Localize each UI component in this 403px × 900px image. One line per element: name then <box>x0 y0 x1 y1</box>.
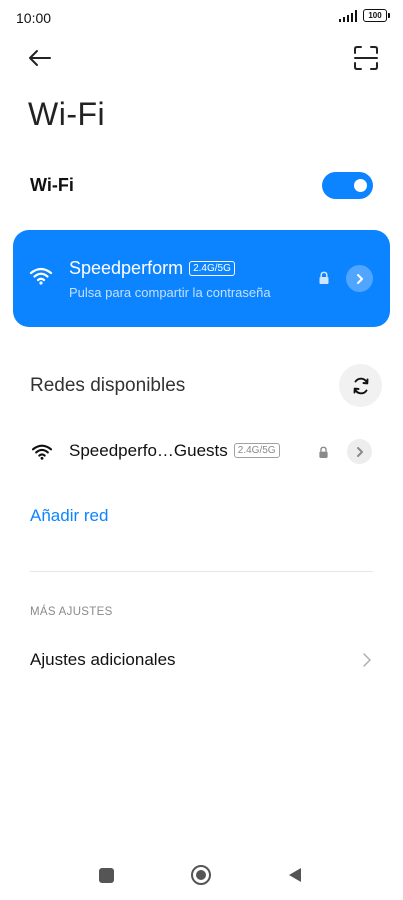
status-time: 10:00 <box>16 10 52 26</box>
divider <box>30 571 373 572</box>
network-name: Speedperfo…Guests 2.4G/5G <box>69 441 280 461</box>
home-button[interactable] <box>190 864 212 886</box>
network-name-text: Speedperfo…Guests <box>69 441 228 460</box>
lock-icon <box>318 446 329 464</box>
wifi-toggle-label: Wi-Fi <box>30 175 74 195</box>
wifi-toggle[interactable] <box>322 172 373 199</box>
connected-network-name: Speedperform 2.4G/5G <box>69 258 235 279</box>
chevron-right-icon <box>356 446 363 457</box>
additional-settings-label: Ajustes adicionales <box>30 650 176 669</box>
network-details-button[interactable] <box>346 265 373 292</box>
status-icons: 100 <box>338 9 390 22</box>
toggle-knob <box>354 179 367 192</box>
lock-icon <box>318 271 330 290</box>
refresh-icon <box>353 377 368 394</box>
battery-icon: 100 <box>363 9 390 22</box>
chevron-right-icon <box>356 273 363 284</box>
back-triangle-icon <box>289 868 301 882</box>
page-title: Wi-Fi <box>28 96 106 132</box>
additional-settings-item[interactable]: Ajustes adicionales <box>0 640 403 682</box>
refresh-button[interactable] <box>339 364 382 407</box>
network-details-button[interactable] <box>347 439 372 464</box>
wifi-icon <box>29 266 53 291</box>
list-item[interactable]: Speedperfo…Guests 2.4G/5G <box>0 428 403 474</box>
recents-button[interactable] <box>99 868 114 883</box>
qr-scan-icon <box>354 46 378 70</box>
nav-back-button[interactable] <box>286 866 304 884</box>
back-button[interactable] <box>24 44 56 72</box>
signal-icon <box>338 9 357 22</box>
home-icon <box>191 865 211 885</box>
network-name-text: Speedperform <box>69 258 184 278</box>
band-badge: 2.4G/5G <box>189 261 235 276</box>
add-network-link[interactable]: Añadir red <box>30 506 108 526</box>
arrow-left-icon <box>29 50 51 66</box>
band-badge: 2.4G/5G <box>233 443 280 458</box>
connected-network-card[interactable]: Speedperform 2.4G/5G Pulsa para compartir… <box>13 230 390 327</box>
chevron-right-icon <box>362 652 372 673</box>
available-networks-title: Redes disponibles <box>30 375 186 396</box>
wifi-icon <box>31 443 53 466</box>
more-settings-header: MÁS AJUSTES <box>30 606 113 618</box>
qr-scan-button[interactable] <box>353 44 379 72</box>
battery-level: 100 <box>368 11 382 20</box>
share-password-hint: Pulsa para compartir la contraseña <box>69 285 271 300</box>
